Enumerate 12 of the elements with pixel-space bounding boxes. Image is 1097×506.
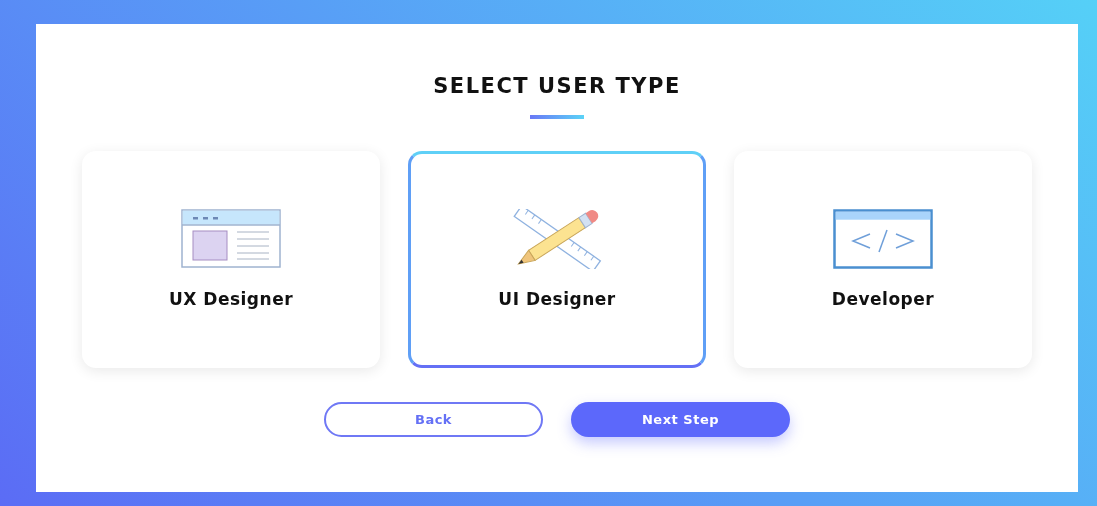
- user-type-card[interactable]: UX Designer: [82, 151, 380, 368]
- user-type-label: UI Designer: [498, 289, 616, 309]
- back-button[interactable]: Back: [324, 402, 543, 437]
- next-step-button[interactable]: Next Step: [571, 402, 790, 437]
- user-type-label: Developer: [831, 289, 935, 309]
- wireframe-icon: [181, 209, 281, 269]
- page-title: SELECT USER TYPE: [433, 74, 681, 98]
- code-window-icon: [833, 209, 933, 269]
- user-type-card[interactable]: UI Designer: [408, 151, 706, 368]
- user-type-card[interactable]: Developer: [734, 151, 1032, 368]
- user-type-label: UX Designer: [168, 289, 294, 309]
- title-underline: [530, 115, 584, 119]
